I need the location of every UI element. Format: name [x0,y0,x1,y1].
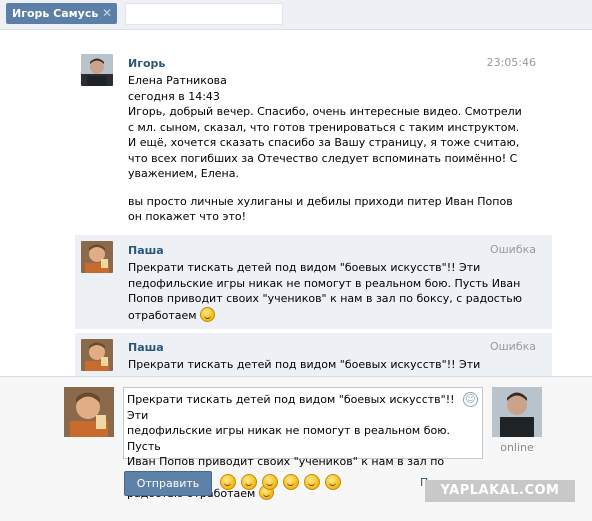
sad-emoji-icon[interactable] [304,474,320,490]
dialog-tabbar: Игорь Самусь ✕ [0,0,592,30]
sender-name[interactable]: Паша [128,341,164,354]
smile-emoji-icon[interactable] [241,474,257,490]
text-line: что всех погибших за Отечество следует в… [128,151,518,165]
send-button[interactable]: Отправить [124,471,212,496]
laugh-emoji-icon[interactable] [220,474,236,490]
kiss-emoji-icon[interactable] [262,474,278,490]
message-item: Паша Ошибка Прекрати тискать детей под в… [75,333,552,376]
message-text: Прекрати тискать детей под видом "боевых… [128,260,523,323]
sender-name[interactable]: Игорь [128,57,165,70]
shocked-emoji-icon[interactable] [325,474,341,490]
watermark: YAPLAKAL.COM [425,480,575,502]
message-status-error[interactable]: Ошибка [490,340,536,353]
quoted-date: сегодня в 14:43 [128,89,220,103]
surprised-emoji-icon[interactable] [283,474,299,490]
close-icon[interactable]: ✕ [102,3,112,24]
text-line: он покажет что это! [128,210,247,223]
avatar[interactable] [81,241,113,273]
quoted-author: Елена Ратникова [128,74,227,87]
text-line: Прекрати тискать детей под видом "боевых… [128,358,481,371]
input-line: Прекрати тискать детей под видом "боевых… [127,393,455,422]
text-line: вы просто личные хулиганы и дебилы прихо… [128,194,513,208]
message-input[interactable]: Прекрати тискать детей под видом "боевых… [123,387,483,500]
peer-avatar[interactable] [492,387,542,437]
message-status-error[interactable]: Ошибка [490,243,536,256]
message-time[interactable]: 23:05:46 [487,56,536,69]
text-line: отработаем [128,306,523,324]
text-line: Игорь, добрый вечер. Спасибо, очень инте… [128,105,522,118]
message-text: Елена Ратникова сегодня в 14:43 Игорь, д… [128,73,523,225]
sender-name[interactable]: Паша [128,244,164,257]
smile-emoji-icon [200,306,216,322]
dialog-tab-label: Игорь Самусь [12,7,99,20]
input-line: педофильские игры никак не помогут в реа… [127,424,450,453]
text-line: уважением, Елена. [128,167,239,180]
emoji-picker-icon[interactable]: ☺ [463,392,478,407]
online-status: online [500,441,534,454]
emoji-shortcuts [220,474,341,492]
avatar[interactable] [81,339,113,371]
message-text: Прекрати тискать детей под видом "боевых… [128,357,523,373]
text-line: Попов приводит своих "учеников" к нам в … [128,292,522,305]
text-line: Прекрати тискать детей под видом "боевых… [128,261,481,274]
message-item: Паша Ошибка Прекрати тискать детей под в… [75,235,552,329]
avatar[interactable] [81,54,113,86]
message-item: Игорь 23:05:46 Елена Ратникова сегодня в… [75,48,552,233]
dialog-tab[interactable]: Игорь Самусь ✕ [6,3,117,24]
text-line: И ещё, хочется сказать спасибо за Вашу с… [128,136,520,149]
text-line: педофильские игры никак не помогут в реа… [128,276,521,290]
text-line: с мл. сыном, сказал, что готов тренирова… [128,120,520,134]
my-avatar[interactable] [64,387,114,437]
recipient-input[interactable] [125,3,283,25]
